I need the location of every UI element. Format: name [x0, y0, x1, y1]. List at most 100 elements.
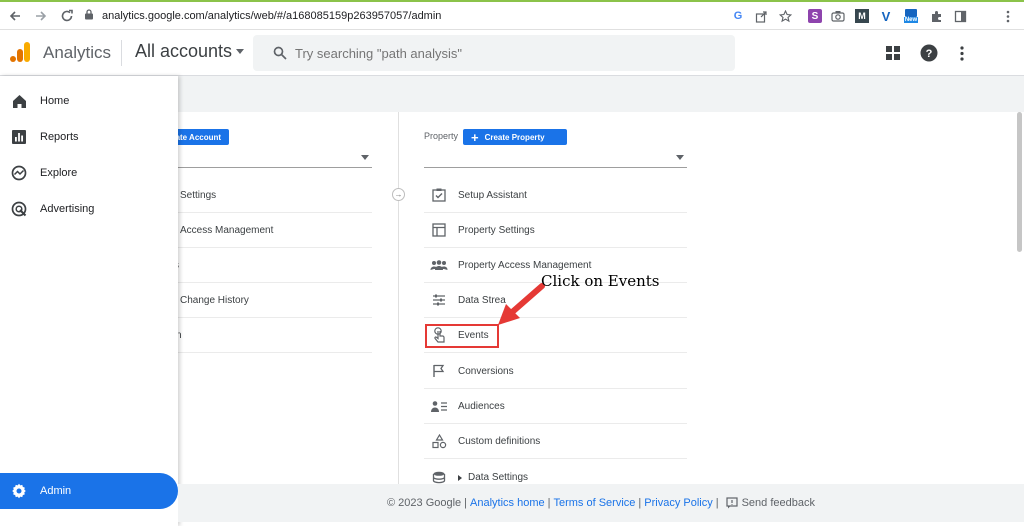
- send-feedback-label: Send feedback: [741, 497, 815, 509]
- apps-grid-icon[interactable]: [883, 43, 903, 63]
- custom-definitions-icon: [430, 432, 448, 450]
- app-title: Analytics: [43, 43, 112, 62]
- property-settings-icon: [430, 221, 448, 239]
- page-footer: © 2023 Google | Analytics home | Terms o…: [178, 484, 1024, 522]
- nav-item-label: Reports: [40, 131, 79, 143]
- create-property-label: Create Property: [484, 132, 545, 142]
- side-navigation: Home Reports Explore Advertising Admin: [0, 76, 178, 526]
- property-row-setup-assistant[interactable]: Setup Assistant: [424, 178, 687, 213]
- account-row-filters[interactable]: s: [150, 248, 372, 283]
- account-selector-label: All accounts: [135, 41, 233, 61]
- nav-item-home[interactable]: Home: [0, 83, 178, 119]
- forward-icon[interactable]: [30, 5, 52, 27]
- account-row-change-history[interactable]: Change History: [150, 283, 372, 318]
- checklist-icon: [430, 186, 448, 204]
- row-label: Property Access Management: [458, 259, 592, 271]
- account-row-settings[interactable]: Settings: [150, 178, 372, 213]
- search-icon: [273, 46, 287, 60]
- side-panel-icon[interactable]: [951, 7, 969, 25]
- more-options-icon[interactable]: [952, 43, 972, 63]
- footer-separator: |: [715, 497, 719, 509]
- terms-of-service-link[interactable]: Terms of Service: [553, 497, 635, 509]
- plus-icon: +: [471, 129, 479, 145]
- feedback-icon: [725, 497, 738, 509]
- row-label: Custom definitions: [458, 435, 541, 447]
- extension-s-icon[interactable]: S: [806, 7, 824, 25]
- account-select[interactable]: [150, 150, 372, 168]
- property-row-property-settings[interactable]: Property Settings: [424, 213, 687, 248]
- row-label: Data Settings: [468, 472, 529, 483]
- arrow-right-icon: →: [392, 188, 405, 201]
- privacy-policy-link[interactable]: Privacy Policy: [644, 497, 712, 509]
- account-row-access-management[interactable]: Access Management: [150, 213, 372, 248]
- camera-icon[interactable]: [829, 7, 847, 25]
- send-feedback-button[interactable]: Send feedback: [725, 497, 815, 509]
- property-row-conversions[interactable]: Conversions: [424, 354, 687, 389]
- nav-item-label: Admin: [40, 485, 72, 497]
- scrollbar[interactable]: [1017, 112, 1022, 252]
- extension-new-icon[interactable]: New: [901, 7, 921, 25]
- expand-arrow-icon: [458, 474, 462, 481]
- bar-chart-icon: [10, 128, 28, 146]
- copyright-text: © 2023 Google: [387, 497, 462, 509]
- header-divider: [121, 40, 122, 66]
- column-divider: [398, 112, 399, 484]
- share-icon[interactable]: [752, 7, 770, 25]
- google-icon[interactable]: G: [729, 7, 747, 25]
- flag-icon: [430, 362, 448, 380]
- row-label: Audiences: [458, 400, 505, 412]
- gear-icon: [10, 482, 28, 500]
- property-row-audiences[interactable]: Audiences: [424, 389, 687, 424]
- address-bar[interactable]: analytics.google.com/analytics/web/#/a16…: [84, 5, 754, 27]
- extension-v-icon[interactable]: V: [877, 7, 895, 25]
- people-icon: [430, 256, 448, 274]
- analytics-home-link[interactable]: Analytics home: [470, 497, 545, 509]
- row-label: Change History: [180, 294, 249, 306]
- extensions-puzzle-icon[interactable]: [927, 7, 945, 25]
- bookmark-star-icon[interactable]: [776, 7, 794, 25]
- extension-m-icon[interactable]: M: [853, 7, 871, 25]
- property-label: Property: [424, 131, 459, 141]
- back-icon[interactable]: [4, 5, 26, 27]
- browser-menu-icon[interactable]: [999, 7, 1017, 25]
- caret-down-icon: [236, 49, 245, 54]
- audiences-icon: [430, 397, 448, 415]
- nav-item-label: Advertising: [40, 203, 95, 215]
- nav-item-label: Explore: [40, 167, 78, 179]
- account-selector[interactable]: All accounts: [135, 41, 245, 62]
- nav-item-admin[interactable]: Admin: [0, 473, 178, 509]
- search-input[interactable]: [295, 45, 695, 61]
- annotation-text: Click on Events: [541, 272, 660, 290]
- url-text: analytics.google.com/analytics/web/#/a16…: [102, 10, 442, 22]
- home-icon: [10, 92, 28, 110]
- explore-icon: [10, 164, 28, 182]
- search-bar[interactable]: [253, 35, 735, 71]
- row-label: Conversions: [458, 365, 514, 377]
- nav-item-advertising[interactable]: Advertising: [0, 191, 178, 227]
- analytics-logo-icon: [9, 41, 31, 63]
- events-highlight-box: [425, 324, 499, 348]
- browser-toolbar: analytics.google.com/analytics/web/#/a16…: [0, 0, 1024, 30]
- advertising-icon: [10, 200, 28, 218]
- data-streams-icon: [430, 291, 448, 309]
- footer-separator: |: [547, 497, 551, 509]
- row-label: Property Settings: [458, 224, 535, 236]
- caret-down-icon: [676, 155, 684, 160]
- nav-item-explore[interactable]: Explore: [0, 155, 178, 191]
- app-header: Analytics All accounts ?: [0, 30, 1024, 76]
- nav-item-reports[interactable]: Reports: [0, 119, 178, 155]
- row-label: Settings: [180, 189, 217, 201]
- svg-text:?: ?: [926, 48, 933, 60]
- caret-down-icon: [361, 155, 369, 160]
- row-label: Access Management: [180, 224, 274, 236]
- nav-item-label: Home: [40, 95, 70, 107]
- reload-icon[interactable]: [56, 5, 78, 27]
- property-select[interactable]: [424, 150, 687, 168]
- help-icon[interactable]: ?: [919, 43, 939, 63]
- account-row-trash[interactable]: n: [150, 318, 372, 353]
- property-row-custom-definitions[interactable]: Custom definitions: [424, 424, 687, 459]
- create-property-button[interactable]: + Create Property: [463, 129, 567, 145]
- footer-separator: |: [464, 497, 468, 509]
- row-label: Setup Assistant: [458, 189, 527, 201]
- lock-icon: [84, 9, 94, 23]
